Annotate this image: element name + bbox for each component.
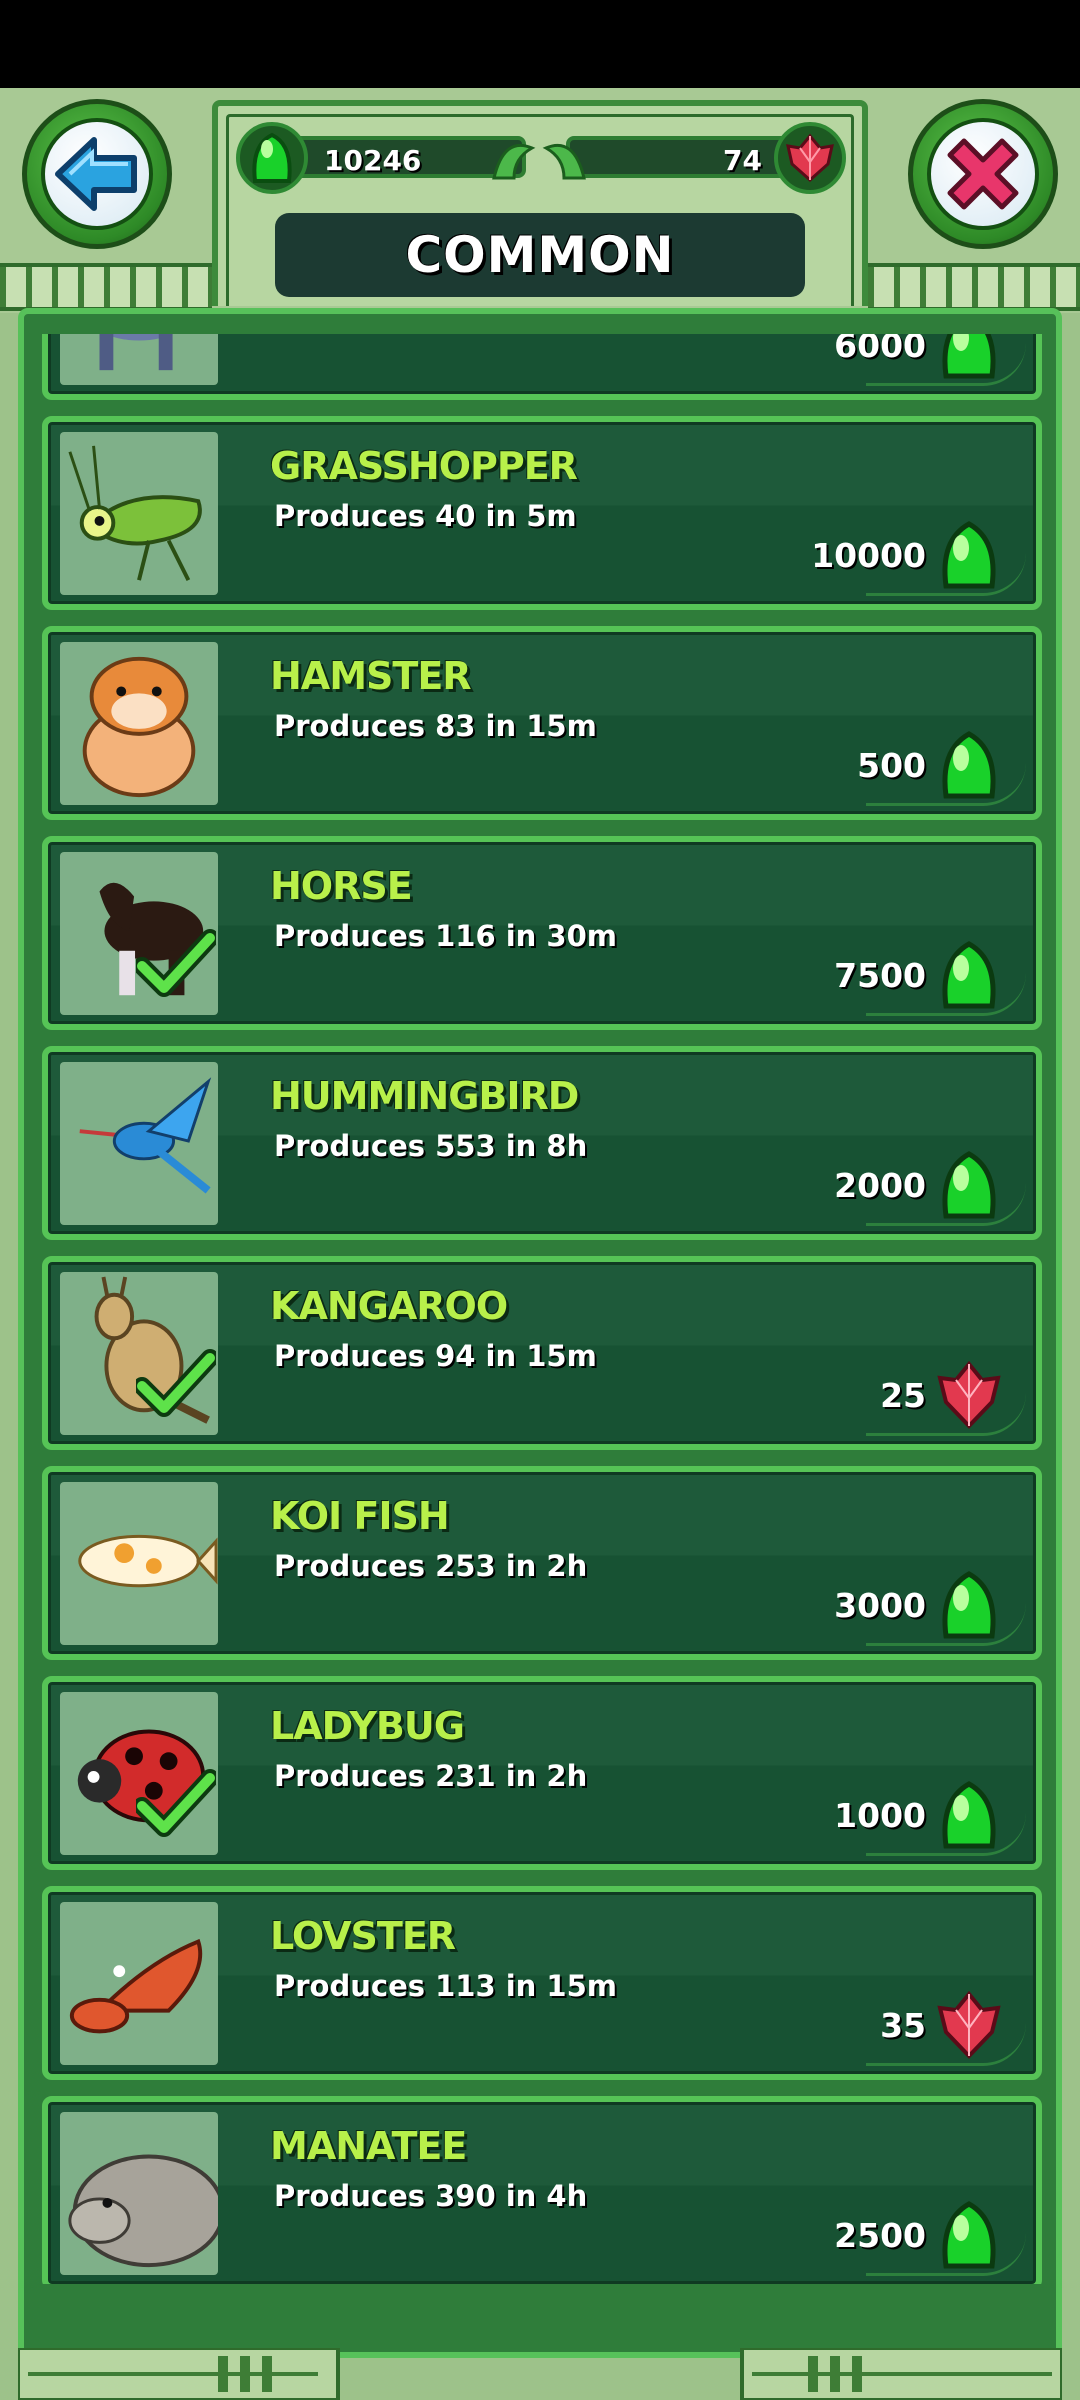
owned-check-icon — [133, 1348, 219, 1418]
item-price[interactable]: 2000 — [834, 1166, 926, 1205]
back-arrow-icon — [55, 137, 137, 211]
item-production: Produces 94 in 15m — [274, 1339, 597, 1373]
item-production: Produces 390 in 4h — [274, 2179, 588, 2213]
shop-screen: 10246 74 COMMON Produces 273 in 2h6000 GR… — [0, 88, 1080, 2400]
red-gem-count: 74 — [723, 144, 762, 177]
leaf-ornament-icon — [492, 143, 586, 180]
red-gem-icon[interactable] — [936, 1990, 1002, 2060]
header-deco-left — [0, 263, 212, 311]
shop-item-card[interactable]: HUMMINGBIRD Produces 553 in 8h 2000 — [42, 1046, 1042, 1240]
item-price[interactable]: 3000 — [834, 1586, 926, 1625]
item-price[interactable]: 10000 — [811, 536, 926, 575]
hummingbird-icon — [60, 1062, 218, 1225]
green-gem-icon[interactable] — [936, 730, 1002, 800]
owned-check-icon — [133, 928, 219, 998]
green-gem-icon[interactable] — [936, 334, 1002, 380]
green-gem-icon[interactable] — [936, 1780, 1002, 1850]
red-gem-icon — [774, 122, 846, 194]
green-gem-icon[interactable] — [936, 2200, 1002, 2270]
owned-check-icon — [133, 1768, 219, 1838]
item-production: Produces 83 in 15m — [274, 709, 597, 743]
red-gem-icon[interactable] — [936, 1360, 1002, 1430]
shop-item-card[interactable]: HAMSTER Produces 83 in 15m 500 — [42, 626, 1042, 820]
shop-item-card[interactable]: LOVSTER Produces 113 in 15m 35 — [42, 1886, 1042, 2080]
grasshopper-icon — [60, 432, 218, 595]
green-gem-icon[interactable] — [936, 520, 1002, 590]
goat-icon — [60, 334, 218, 385]
bottom-frame-deco — [18, 2348, 1062, 2400]
item-name: KANGAROO — [270, 1284, 508, 1328]
item-production: Produces 40 in 5m — [274, 499, 577, 533]
item-name: HUMMINGBIRD — [270, 1074, 579, 1118]
shop-item-card[interactable]: Produces 273 in 2h6000 — [42, 334, 1042, 400]
green-gem-icon — [236, 122, 308, 194]
green-gem-icon[interactable] — [936, 1150, 1002, 1220]
item-price[interactable]: 2500 — [834, 2216, 926, 2255]
green-gem-icon[interactable] — [936, 940, 1002, 1010]
item-production: Produces 231 in 2h — [274, 1759, 588, 1793]
green-gem-count: 10246 — [324, 144, 422, 177]
green-gem-icon[interactable] — [936, 1570, 1002, 1640]
shop-item-card[interactable]: GRASSHOPPER Produces 40 in 5m 10000 — [42, 416, 1042, 610]
shop-item-card[interactable]: HORSE Produces 116 in 30m 7500 — [42, 836, 1042, 1030]
item-price[interactable]: 500 — [857, 746, 926, 785]
item-name: HAMSTER — [270, 654, 472, 698]
item-list-panel: Produces 273 in 2h6000 GRASSHOPPER Produce… — [18, 308, 1062, 2358]
shop-item-card[interactable]: KOI FISH Produces 253 in 2h 3000 — [42, 1466, 1042, 1660]
header: 10246 74 COMMON — [0, 88, 1080, 313]
item-name: GRASSHOPPER — [270, 444, 578, 488]
item-price[interactable]: 7500 — [834, 956, 926, 995]
item-name: LOVSTER — [270, 1914, 456, 1958]
item-price[interactable]: 1000 — [834, 1796, 926, 1835]
red-gem-counter: 74 — [566, 136, 806, 178]
status-bar — [0, 0, 1080, 88]
item-price[interactable]: 6000 — [834, 334, 926, 365]
item-price[interactable]: 25 — [880, 1376, 926, 1415]
category-title: COMMON — [275, 213, 805, 297]
shop-item-card[interactable]: MANATEE Produces 390 in 4h 2500 — [42, 2096, 1042, 2284]
item-production: Produces 553 in 8h — [274, 1129, 588, 1163]
item-production: Produces 253 in 2h — [274, 1549, 588, 1583]
item-list-scroll[interactable]: Produces 273 in 2h6000 GRASSHOPPER Produce… — [42, 334, 1042, 2284]
close-icon — [947, 138, 1019, 210]
manatee-icon — [60, 2112, 218, 2275]
hamster-icon — [60, 642, 218, 805]
item-name: HORSE — [270, 864, 413, 908]
item-price[interactable]: 35 — [880, 2006, 926, 2045]
lobster-icon — [60, 1902, 218, 2065]
item-production: Produces 116 in 30m — [274, 919, 617, 953]
koi-icon — [60, 1482, 218, 1645]
shop-item-card[interactable]: KANGAROO Produces 94 in 15m 25 — [42, 1256, 1042, 1450]
item-name: LADYBUG — [270, 1704, 465, 1748]
item-name: MANATEE — [270, 2124, 467, 2168]
header-deco-right — [868, 263, 1080, 311]
shop-item-card[interactable]: LADYBUG Produces 231 in 2h 1000 — [42, 1676, 1042, 1870]
back-button[interactable] — [22, 99, 172, 249]
item-name: KOI FISH — [270, 1494, 450, 1538]
category-title-text: COMMON — [405, 226, 675, 284]
item-production: Produces 113 in 15m — [274, 1969, 617, 2003]
currency-bar: 10246 74 — [236, 122, 846, 194]
close-button[interactable] — [908, 99, 1058, 249]
